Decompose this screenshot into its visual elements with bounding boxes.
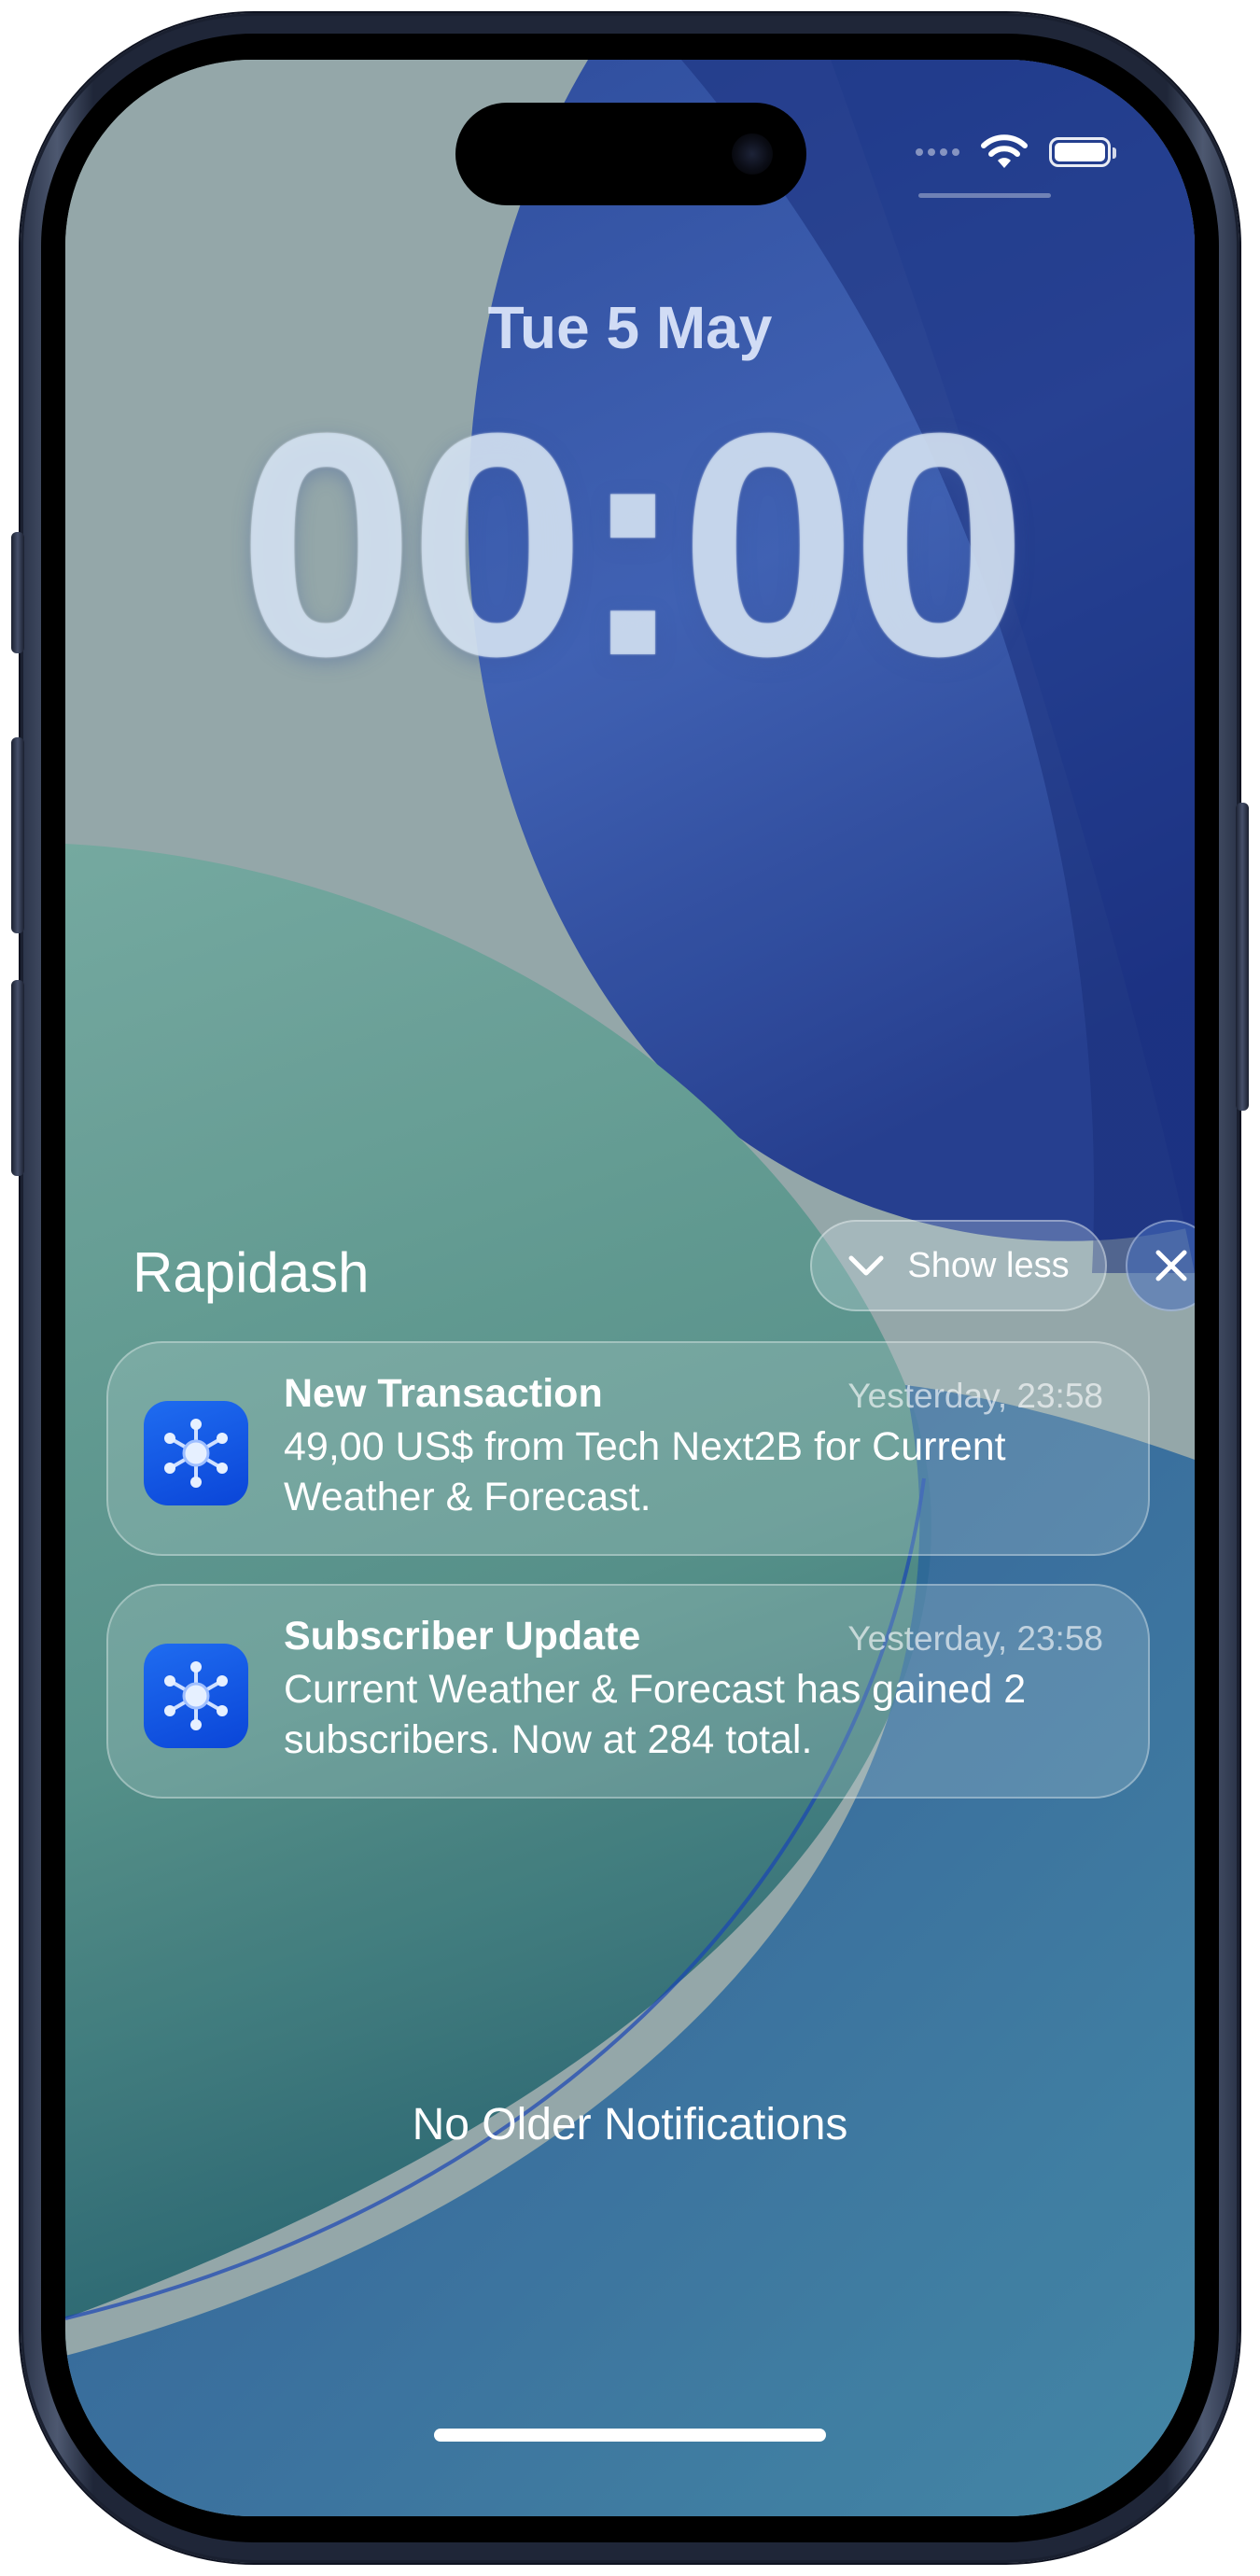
battery-fill <box>1055 143 1105 161</box>
notification-time: Yesterday, 23:58 <box>847 1619 1103 1658</box>
network-hub-icon <box>164 1661 228 1730</box>
network-hub-icon <box>164 1419 228 1488</box>
volume-down-button <box>11 980 24 1176</box>
notification-group-header: Rapidash Show less <box>133 1220 1195 1323</box>
status-indicator-line <box>918 193 1051 198</box>
notification-card[interactable]: New Transaction Yesterday, 23:58 49,00 U… <box>106 1341 1150 1556</box>
no-older-notifications: No Older Notifications <box>412 2100 848 2149</box>
signal-icon <box>916 148 959 156</box>
chevron-down-icon <box>848 1255 884 1276</box>
lock-date: Tue 5 May <box>487 294 773 361</box>
action-button <box>11 532 24 653</box>
status-bar <box>916 134 1116 170</box>
wifi-icon <box>981 134 1028 168</box>
battery-icon <box>1049 137 1116 167</box>
show-less-label: Show less <box>907 1245 1070 1285</box>
lock-screen: Tue 5 May 00:00 Rapidash Show less New T… <box>65 60 1195 2516</box>
front-camera <box>732 133 773 175</box>
volume-up-button <box>11 737 24 933</box>
close-icon <box>1155 1250 1187 1281</box>
notification-card[interactable]: Subscriber Update Yesterday, 23:58 Curre… <box>106 1584 1150 1799</box>
notification-body: Current Weather & Forecast has gained 2 … <box>284 1667 1027 1762</box>
group-app-name: Rapidash <box>133 1241 370 1304</box>
app-icon <box>144 1401 248 1505</box>
dynamic-island <box>455 103 806 205</box>
show-less-button[interactable]: Show less <box>810 1220 1107 1311</box>
notification-time: Yesterday, 23:58 <box>847 1377 1103 1415</box>
side-button <box>1236 803 1249 1111</box>
notification-body: 49,00 US$ from Tech Next2B for Current W… <box>284 1424 1006 1519</box>
notification-title: New Transaction <box>284 1371 603 1416</box>
home-indicator[interactable] <box>434 2429 826 2442</box>
lock-clock: 00:00 <box>238 368 1028 722</box>
app-icon <box>144 1644 248 1748</box>
notification-title: Subscriber Update <box>284 1614 641 1659</box>
